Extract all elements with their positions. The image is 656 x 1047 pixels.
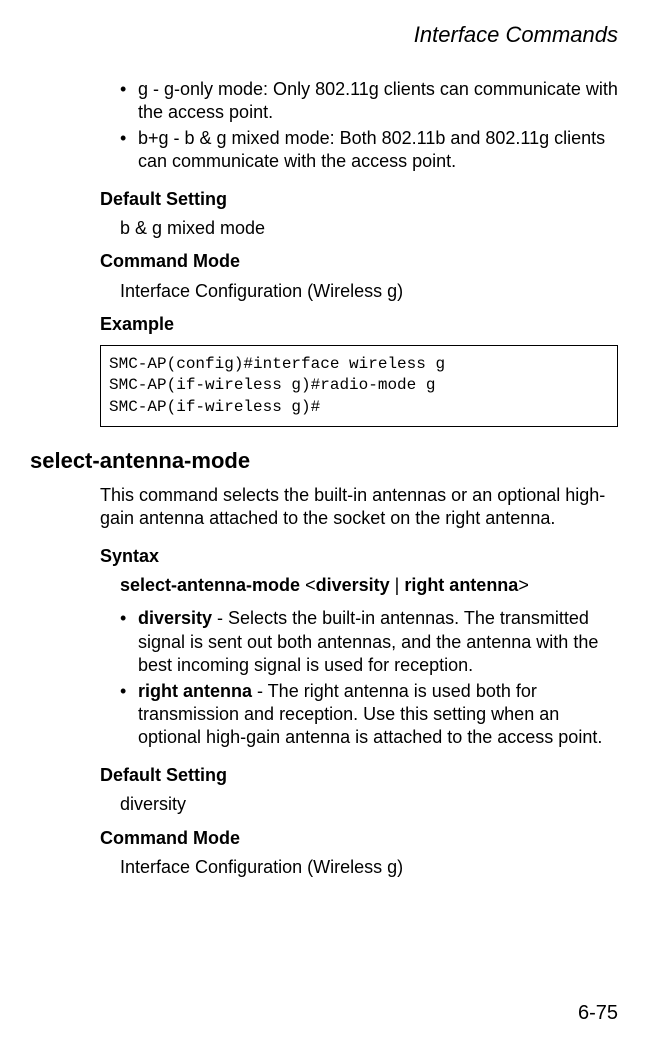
command-description: This command selects the built-in antenn… <box>100 484 618 531</box>
default-setting-label: Default Setting <box>100 188 618 211</box>
syntax-option-diversity: diversity <box>316 575 390 595</box>
syntax-gt: > <box>518 575 529 595</box>
list-item: b+g - b & g mixed mode: Both 802.11b and… <box>120 127 618 174</box>
default-setting-value: b & g mixed mode <box>120 217 618 240</box>
command-mode-value: Interface Configuration (Wireless g) <box>120 856 618 879</box>
example-label: Example <box>100 313 618 336</box>
bullet-text: g - g-only mode: Only 802.11g clients ca… <box>138 79 618 122</box>
syntax-option-right-antenna: right antenna <box>404 575 518 595</box>
command-mode-label: Command Mode <box>100 827 618 850</box>
page: Interface Commands g - g-only mode: Only… <box>0 0 656 1047</box>
list-item: right antenna - The right antenna is use… <box>120 680 618 750</box>
command-mode-value: Interface Configuration (Wireless g) <box>120 280 618 303</box>
example-code-block: SMC-AP(config)#interface wireless g SMC-… <box>100 345 618 428</box>
option-term: diversity <box>138 608 212 628</box>
default-setting-label: Default Setting <box>100 764 618 787</box>
command-heading: select-antenna-mode <box>30 447 618 476</box>
option-term: right antenna <box>138 681 252 701</box>
syntax-lt: < <box>305 575 316 595</box>
syntax-label: Syntax <box>100 545 618 568</box>
running-header: Interface Commands <box>30 22 618 48</box>
mode-bullet-list: g - g-only mode: Only 802.11g clients ca… <box>30 78 618 174</box>
syntax-command: select-antenna-mode <box>120 575 300 595</box>
syntax-pipe: | <box>390 575 405 595</box>
body-content: g - g-only mode: Only 802.11g clients ca… <box>30 78 618 879</box>
command-mode-label: Command Mode <box>100 250 618 273</box>
default-setting-value: diversity <box>120 793 618 816</box>
option-bullet-list: diversity - Selects the built-in antenna… <box>30 607 618 749</box>
list-item: g - g-only mode: Only 802.11g clients ca… <box>120 78 618 125</box>
bullet-text: b+g - b & g mixed mode: Both 802.11b and… <box>138 128 605 171</box>
list-item: diversity - Selects the built-in antenna… <box>120 607 618 677</box>
page-number: 6-75 <box>578 1002 618 1025</box>
syntax-line: select-antenna-mode <diversity | right a… <box>120 574 618 597</box>
